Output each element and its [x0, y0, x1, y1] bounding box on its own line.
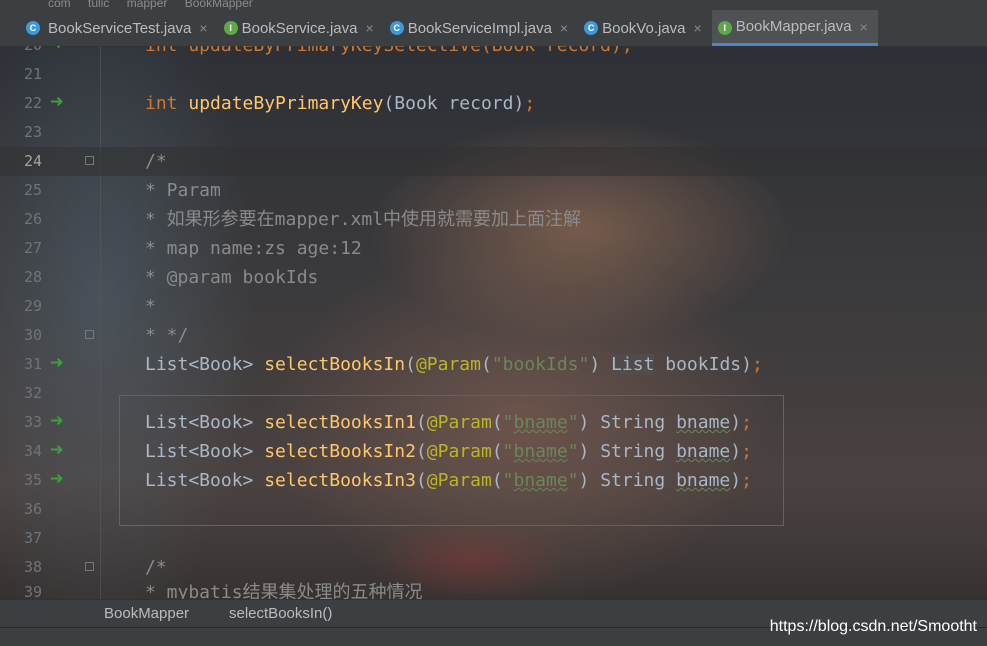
code-line: 21	[0, 60, 987, 89]
code-text: int updateByPrimaryKeySelective(Book rec…	[145, 46, 633, 60]
status-crumb-method[interactable]: selectBooksIn()	[229, 605, 332, 622]
watermark: https://blog.csdn.net/Smootht	[769, 618, 977, 635]
code-line: 30 * */	[0, 321, 987, 350]
code-line: 31 ➜ List<Book> selectBooksIn(@Param("bo…	[0, 350, 987, 379]
line-number: 20	[0, 46, 42, 60]
implemented-arrow-icon[interactable]: ➜	[50, 349, 63, 378]
java-class-icon: C	[584, 21, 599, 35]
highlight-box-annotation	[119, 395, 784, 526]
code-line: 37	[0, 524, 987, 553]
close-icon[interactable]: ×	[694, 20, 702, 36]
line-number: 24	[23, 152, 42, 170]
line-number: 25	[23, 181, 42, 199]
line-number: 34	[23, 442, 42, 460]
line-number: 23	[23, 123, 42, 141]
tab-label: BookVo.java	[602, 19, 686, 37]
line-number: 27	[23, 239, 42, 257]
tab-bookservice[interactable]: I BookService.java ×	[218, 10, 384, 46]
code-line: 29 *	[0, 292, 987, 321]
code-text: * map name:zs age:12	[145, 238, 362, 259]
code-token: @Param	[415, 354, 481, 375]
close-icon[interactable]: ×	[199, 20, 207, 36]
code-token: ;	[751, 354, 763, 375]
code-token: (	[405, 354, 416, 375]
code-token: List<Book>	[145, 354, 265, 375]
implemented-arrow-icon[interactable]: ➜	[50, 46, 63, 59]
code-line: 22 ➜ int updateByPrimaryKey(Book record)…	[0, 89, 987, 118]
line-number: 26	[23, 210, 42, 228]
implemented-arrow-icon[interactable]: ➜	[50, 88, 63, 117]
navigation-breadcrumb: com tulic mapper BookMapper	[0, 0, 987, 10]
line-number: 35	[23, 471, 42, 489]
code-text: * */	[145, 325, 189, 346]
line-number: 37	[23, 529, 42, 547]
code-text: List<Book> selectBooksIn(@Param("bookIds…	[145, 350, 763, 379]
line-number: 22	[23, 94, 42, 112]
code-text: /*	[145, 151, 167, 172]
tab-label: BookService.java	[241, 19, 358, 37]
tab-bookserviceimpl[interactable]: C BookServiceImpl.java ×	[384, 10, 578, 46]
code-token: ;	[524, 93, 536, 114]
tab-bookservicetest[interactable]: C BookServiceTest.java ×	[0, 10, 218, 46]
code-token: updateByPrimaryKey	[188, 93, 384, 114]
breadcrumb-item[interactable]: tulic	[88, 0, 109, 10]
editor-tab-bar: C BookServiceTest.java × I BookService.j…	[0, 10, 987, 47]
code-text: * 如果形参要在mapper.xml中使用就需要加上面注解	[145, 209, 582, 230]
code-token: (Book record)	[383, 93, 525, 114]
tab-label: BookServiceImpl.java	[407, 19, 552, 37]
code-line: 39 * mybatis结果集处理的五种情况	[0, 578, 987, 599]
close-icon[interactable]: ×	[860, 19, 868, 35]
fold-icon[interactable]	[85, 562, 94, 571]
code-token: int	[145, 93, 178, 114]
line-number: 36	[23, 500, 42, 518]
code-token: (	[480, 354, 492, 375]
java-class-icon: C	[389, 21, 404, 35]
code-text: * @param bookIds	[145, 267, 319, 288]
breadcrumb-item[interactable]: BookMapper	[185, 0, 253, 10]
code-text: * mybatis结果集处理的五种情况	[145, 582, 423, 599]
tab-bookmapper[interactable]: I BookMapper.java ×	[711, 10, 878, 46]
code-line: 20 ➜ int updateByPrimaryKeySelective(Boo…	[0, 46, 987, 60]
code-text: int updateByPrimaryKey(Book record);	[145, 89, 535, 118]
breadcrumb-item[interactable]: mapper	[127, 0, 168, 10]
fold-icon[interactable]	[85, 330, 94, 339]
tab-label: BookMapper.java	[735, 18, 852, 35]
line-number: 21	[23, 65, 42, 83]
close-icon[interactable]: ×	[366, 20, 374, 36]
code-token: )	[589, 354, 612, 375]
code-token: List	[611, 354, 655, 375]
line-number: 32	[23, 384, 42, 402]
implemented-arrow-icon[interactable]: ➜	[50, 436, 63, 465]
code-token: bookIds)	[654, 354, 752, 375]
code-line: 25 * Param	[0, 176, 987, 205]
line-number: 30	[23, 326, 42, 344]
code-line: 28 * @param bookIds	[0, 263, 987, 292]
code-text: * Param	[145, 180, 221, 201]
java-interface-icon: I	[223, 21, 238, 35]
status-crumb-class[interactable]: BookMapper	[104, 605, 189, 622]
code-token: selectBooksIn	[264, 354, 406, 375]
implemented-arrow-icon[interactable]: ➜	[50, 407, 63, 436]
tab-bookvo[interactable]: C BookVo.java ×	[578, 10, 712, 46]
tab-label: BookServiceTest.java	[48, 19, 192, 37]
java-class-icon: C	[26, 21, 40, 35]
line-number: 28	[23, 268, 42, 286]
line-number: 29	[23, 297, 42, 315]
line-number: 33	[23, 413, 42, 431]
code-line: 27 * map name:zs age:12	[0, 234, 987, 263]
code-line-current: 24 /*	[0, 147, 987, 176]
code-text: *	[145, 296, 156, 317]
line-number: 31	[23, 355, 42, 373]
implemented-arrow-icon[interactable]: ➜	[50, 465, 63, 494]
code-token: "bookIds"	[491, 354, 590, 375]
code-line: 23	[0, 118, 987, 147]
fold-icon[interactable]	[85, 156, 94, 165]
java-interface-icon: I	[717, 21, 732, 35]
code-line: 26 * 如果形参要在mapper.xml中使用就需要加上面注解	[0, 205, 987, 234]
close-icon[interactable]: ×	[560, 20, 568, 36]
breadcrumb-item[interactable]: com	[48, 0, 71, 10]
line-number: 39	[23, 583, 42, 599]
